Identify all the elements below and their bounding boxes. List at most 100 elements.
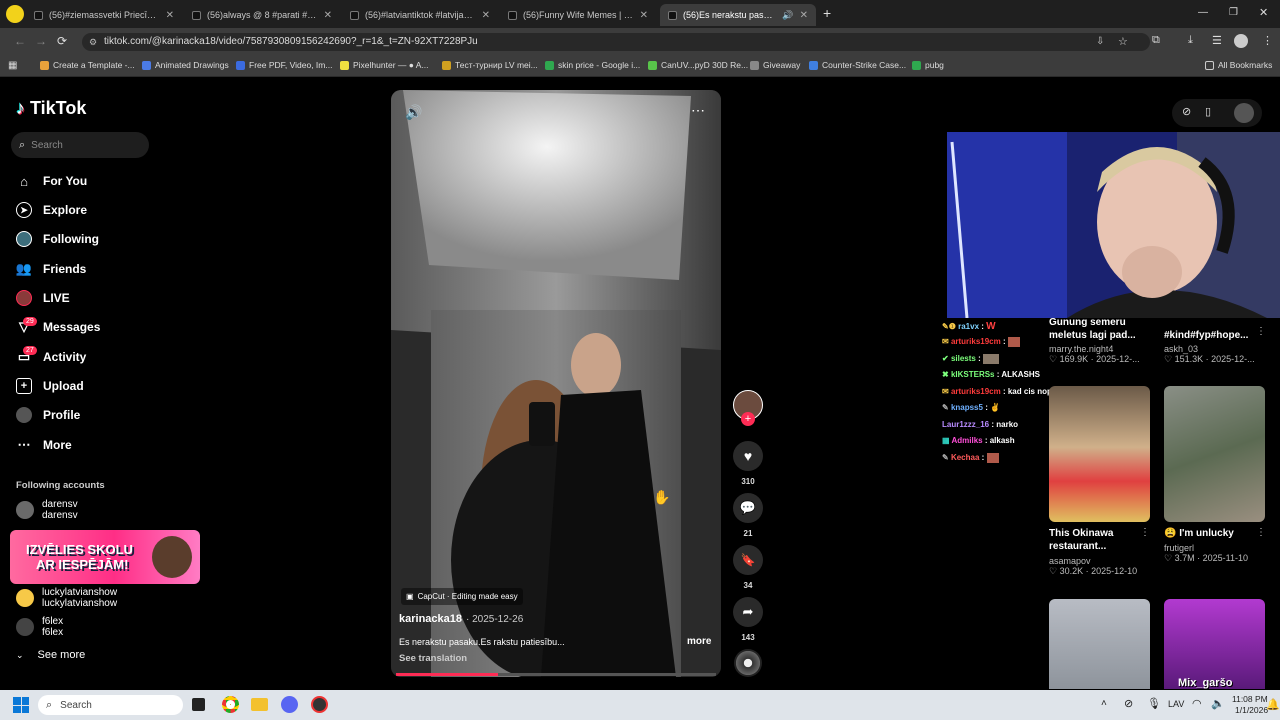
network-off-icon[interactable]: ⊘ (1124, 697, 1133, 710)
download-icon[interactable]: ⤓ (1188, 34, 1193, 47)
card-options-icon[interactable]: ⋮ (1140, 527, 1150, 538)
bookmark-icon (142, 60, 151, 70)
account-avatar-icon[interactable] (1234, 34, 1248, 48)
promo-banner[interactable]: IZVĒLIES SKOLU AR IESPĒJĀM! (10, 530, 200, 584)
star-icon[interactable]: ☆ (1118, 33, 1128, 51)
close-icon[interactable]: ✕ (640, 10, 648, 21)
browser-profile-icon[interactable] (6, 5, 24, 23)
clock-time[interactable]: 11:08 PM (1232, 694, 1268, 704)
compass-nav-icon[interactable]: ⊘ (1182, 105, 1191, 118)
browser-tab[interactable]: (56)always @ 8 #parati #fyp #v✕ (184, 4, 340, 26)
close-icon[interactable]: ✕ (324, 10, 332, 21)
browser-tab[interactable]: (56)#latviantiktok #latvijastikto ✕ (342, 4, 498, 26)
microphone-icon[interactable]: 🎙 (1147, 697, 1161, 710)
video-options-icon[interactable]: ⋯ (691, 102, 705, 119)
chevron-down-icon: ⌄ (16, 649, 24, 660)
reading-list-icon[interactable]: ☰ (1212, 34, 1222, 47)
browser-menu-icon[interactable]: ⋮ (1262, 34, 1273, 47)
all-bookmarks[interactable]: All Bookmarks (1205, 60, 1272, 70)
video-thumbnail[interactable] (1049, 386, 1150, 522)
share-action[interactable]: ➦ 143 (732, 597, 764, 642)
reload-icon[interactable]: ⟳ (57, 34, 67, 48)
account-item[interactable]: darensv darensv (16, 499, 78, 521)
card-options-icon[interactable]: ⋮ (1256, 527, 1266, 538)
nav-friends[interactable]: 👥 Friends (16, 261, 86, 277)
browser-tab[interactable]: (56)Funny Wife Memes | TikTok✕ (500, 4, 656, 26)
url-field[interactable]: ⚙ tiktok.com/@karinacka18/video/75879308… (82, 33, 1150, 51)
tray-chevron-icon[interactable]: ˄ (1101, 698, 1107, 709)
emote-icon (982, 354, 999, 364)
close-icon[interactable]: ✕ (166, 10, 174, 21)
nav-live[interactable]: LIVE (16, 290, 70, 306)
nav-more[interactable]: ⋯ More (16, 437, 72, 453)
account-item[interactable]: f6lex f6lex (16, 616, 63, 638)
video-thumbnail[interactable]: Mix_garšo (1164, 599, 1265, 689)
app-icon[interactable] (311, 696, 328, 713)
bookmark[interactable]: Counter-Strike Case... (809, 60, 906, 70)
bookmark[interactable]: CanUV...pyD 30D Re... (648, 60, 748, 70)
volume-icon[interactable]: 🔊 (405, 104, 422, 121)
install-icon[interactable]: ⇩ (1096, 33, 1104, 51)
account-item[interactable]: luckylatvianshow luckylatvianshow (16, 587, 117, 609)
video-thumbnail[interactable] (1164, 386, 1265, 522)
back-icon[interactable]: ← (14, 34, 26, 48)
save-action[interactable]: 🔖 34 (732, 545, 764, 590)
follow-plus-icon[interactable]: + (741, 412, 755, 426)
browser-tab[interactable]: (56)#ziemassvetki Priecīgus Krie✕ (26, 4, 182, 26)
capcut-watermark[interactable]: ▣ CapCut · Editing made easy (401, 588, 523, 605)
music-disc[interactable] (732, 649, 764, 677)
apps-icon[interactable]: ▦ (8, 60, 17, 71)
discord-icon[interactable] (281, 696, 298, 713)
nav-upload[interactable]: + Upload (16, 378, 84, 394)
notification-icon[interactable]: 🔔 (1266, 698, 1280, 711)
like-action[interactable]: ♥ 310 (732, 441, 764, 486)
caption-more-button[interactable]: more (687, 636, 711, 647)
card-author: marry.the.night4 (1049, 344, 1114, 354)
comment-action[interactable]: 💬 21 (732, 493, 764, 538)
language-indicator[interactable]: LAV (1168, 699, 1184, 709)
video-author[interactable]: karinacka18 · 2025-12-26 (399, 613, 523, 625)
volume-icon[interactable]: 🔈 (1211, 697, 1225, 710)
video-card[interactable]: This Okinawa restaurant... asamapov ♡ 30… (1049, 527, 1151, 577)
bookmark[interactable]: Create a Template -... (40, 60, 135, 70)
close-window-button[interactable]: ✕ (1259, 6, 1268, 19)
windows-start-icon[interactable] (13, 697, 29, 713)
site-info-icon[interactable]: ⚙ (89, 33, 97, 51)
bookmark[interactable]: skin price - Google i... (545, 60, 640, 70)
bookmark[interactable]: Animated Drawings (142, 60, 229, 70)
video-card[interactable]: Gunung semeru meletus lagi pad... marry.… (1049, 316, 1151, 365)
video-player[interactable]: 🔊 ⋯ ▣ CapCut · Editing made easy karinac… (391, 90, 721, 677)
wifi-icon[interactable]: ◠ (1192, 697, 1202, 710)
task-view-icon[interactable] (192, 698, 205, 711)
maximize-button[interactable]: ❐ (1229, 7, 1238, 18)
speaker-icon[interactable]: 🔊 (782, 10, 793, 21)
clock-date[interactable]: 1/1/2026 (1235, 705, 1268, 715)
see-more-button[interactable]: ⌄ See more (16, 649, 85, 661)
nav-for-you[interactable]: ⌂ For You (16, 173, 87, 189)
bookmark[interactable]: Free PDF, Video, Im... (236, 60, 332, 70)
bookmark[interactable]: Тест-турнир LV mei... (442, 60, 538, 70)
nav-profile[interactable]: Profile (16, 407, 80, 423)
chrome-icon[interactable] (222, 696, 239, 713)
new-tab-button[interactable]: + (823, 5, 831, 21)
user-avatar[interactable] (1234, 103, 1254, 123)
close-icon[interactable]: ✕ (800, 10, 808, 21)
file-explorer-icon[interactable] (251, 698, 268, 711)
bookmark[interactable]: Giveaway (750, 60, 800, 70)
search-input[interactable]: ⌕ Search (11, 132, 149, 158)
video-thumbnail[interactable] (1049, 599, 1150, 689)
card-options-icon[interactable]: ⋮ (1256, 326, 1266, 337)
see-translation-link[interactable]: See translation (399, 653, 467, 664)
taskbar-search[interactable]: ⌕ Search (38, 695, 183, 715)
forward-icon[interactable]: → (35, 34, 47, 48)
nav-explore[interactable]: ➤ Explore (16, 202, 87, 218)
browser-tab-active[interactable]: (56)Es nerakstu pasaku. Es r🔊✕ (660, 4, 816, 26)
device-icon[interactable]: ▯ (1205, 105, 1211, 118)
bookmark[interactable]: Pixelhunter — ● A... (340, 60, 429, 70)
minimize-button[interactable]: — (1198, 7, 1208, 18)
nav-following[interactable]: Following (16, 231, 99, 247)
bookmark[interactable]: pubg (912, 60, 944, 70)
tiktok-logo[interactable]: ♪ TikTok (16, 98, 86, 119)
extensions-icon[interactable]: ⧉ (1152, 34, 1160, 47)
close-icon[interactable]: ✕ (482, 10, 490, 21)
